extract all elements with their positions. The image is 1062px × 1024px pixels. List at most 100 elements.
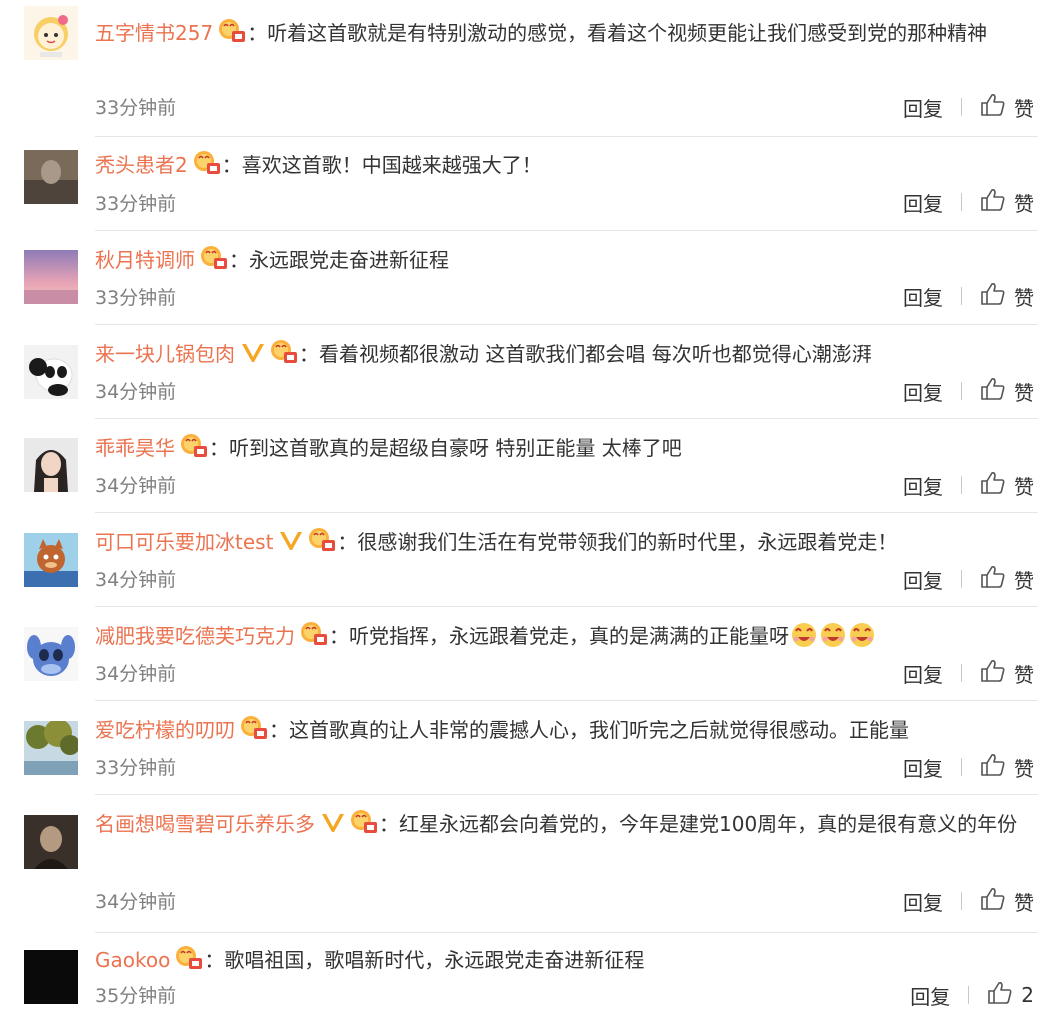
- divider: [95, 230, 1038, 231]
- comment-text: 名画想喝雪碧可乐养乐多 ：红星永远都会向着党的，今年是建党100周年，真的是很有…: [95, 805, 1040, 847]
- username-link[interactable]: 秋月特调师: [95, 248, 195, 272]
- colon-separator: ：: [221, 153, 242, 177]
- avatar[interactable]: [24, 438, 78, 492]
- username-link[interactable]: 来一块儿锅包肉: [95, 342, 235, 366]
- action-divider: [961, 98, 962, 116]
- username-link[interactable]: 秃头患者2: [95, 153, 188, 177]
- like-label: 赞: [1014, 380, 1034, 405]
- action-divider: [961, 664, 962, 682]
- reply-button[interactable]: 回复: [903, 887, 943, 916]
- username-link[interactable]: 乖乖昊华: [95, 436, 175, 460]
- like-button[interactable]: 赞: [980, 887, 1034, 916]
- comment-text: 爱吃柠檬的叨叨 ：这首歌真的让人非常的震撼人心，我们听完之后就觉得很感动。正能量: [95, 711, 1040, 753]
- avatar[interactable]: [24, 721, 78, 775]
- like-button[interactable]: 赞: [980, 565, 1034, 594]
- divider: [95, 606, 1038, 607]
- grin-emoji-icon: [848, 621, 876, 661]
- like-button[interactable]: 赞: [980, 659, 1034, 688]
- username-link[interactable]: 名画想喝雪碧可乐养乐多: [95, 812, 315, 836]
- like-label: 赞: [1014, 568, 1034, 593]
- reply-button[interactable]: 回复: [903, 377, 943, 406]
- reply-button[interactable]: 回复: [903, 471, 943, 500]
- username-link[interactable]: 爱吃柠檬的叨叨: [95, 718, 235, 742]
- reply-button[interactable]: 回复: [903, 753, 943, 782]
- comment-actions: 回复 赞: [903, 659, 1034, 687]
- avatar[interactable]: [24, 345, 78, 399]
- comment-text: Gaokoo ：歌唱祖国，歌唱新时代，永远跟党走奋进新征程: [95, 941, 1040, 983]
- avatar[interactable]: [24, 815, 78, 869]
- comment-time: 33分钟前: [95, 287, 177, 309]
- avatar[interactable]: [24, 950, 78, 1004]
- like-button[interactable]: 赞: [980, 753, 1034, 782]
- like-button[interactable]: 2: [987, 981, 1034, 1010]
- username-link[interactable]: Gaokoo: [95, 948, 170, 972]
- comment-content: 喜欢这首歌！中国越来越强大了！: [241, 153, 542, 177]
- avatar[interactable]: [24, 627, 78, 681]
- thumbs-up-icon: [980, 471, 1006, 500]
- comment-text: 五字情书257 ：听着这首歌就是有特别激动的感觉，看着这个视频更能让我们感受到党…: [95, 14, 1040, 56]
- comment-actions: 回复 赞: [903, 565, 1034, 593]
- avatar[interactable]: [24, 6, 78, 60]
- thumbs-up-icon: [980, 377, 1006, 406]
- action-divider: [961, 382, 962, 400]
- reply-button[interactable]: 回复: [903, 188, 943, 217]
- comment-time: 34分钟前: [95, 381, 177, 403]
- comment-time: 35分钟前: [95, 985, 177, 1007]
- fan-medal-icon: [269, 339, 299, 377]
- divider: [95, 324, 1038, 325]
- action-divider: [961, 570, 962, 588]
- action-divider: [961, 758, 962, 776]
- thumbs-up-icon: [987, 981, 1013, 1010]
- fan-medal-icon: [299, 621, 329, 659]
- colon-separator: ：: [337, 530, 358, 554]
- grin-emoji-icon: [819, 621, 847, 661]
- reply-button[interactable]: 回复: [903, 93, 943, 122]
- comment-text: 乖乖昊华 ：听到这首歌真的是超级自豪呀 特别正能量 太棒了吧: [95, 429, 1040, 471]
- reply-button[interactable]: 回复: [903, 282, 943, 311]
- comment-time: 34分钟前: [95, 891, 177, 913]
- reply-button[interactable]: 回复: [903, 565, 943, 594]
- comment-actions: 回复 赞: [903, 471, 1034, 499]
- avatar[interactable]: [24, 533, 78, 587]
- colon-separator: ：: [209, 436, 229, 460]
- like-button[interactable]: 赞: [980, 471, 1034, 500]
- like-button[interactable]: 赞: [980, 377, 1034, 406]
- username-link[interactable]: 可口可乐要加冰test: [95, 530, 273, 554]
- divider: [95, 136, 1038, 137]
- like-label: 赞: [1014, 474, 1034, 499]
- colon-separator: ：: [379, 812, 399, 836]
- colon-separator: ：: [247, 21, 268, 45]
- avatar[interactable]: [24, 150, 78, 204]
- like-button[interactable]: 赞: [980, 282, 1034, 311]
- like-button[interactable]: 赞: [980, 188, 1034, 217]
- fan-medal-icon: [239, 715, 269, 753]
- comment-actions: 回复 赞: [903, 188, 1034, 216]
- comment-content: 红星永远都会向着党的，今年是建党100周年，真的是很有意义的年份: [399, 812, 1018, 836]
- colon-separator: ：: [229, 248, 249, 272]
- comment-time: 34分钟前: [95, 663, 177, 685]
- reply-button[interactable]: 回复: [903, 659, 943, 688]
- avatar[interactable]: [24, 250, 78, 304]
- comment-content: 看着视频都很激动 这首歌我们都会唱 每次听也都觉得心潮澎湃: [319, 342, 872, 366]
- divider: [95, 794, 1038, 795]
- comment-time: 34分钟前: [95, 569, 177, 591]
- comment-actions: 回复 赞: [903, 753, 1034, 781]
- username-link[interactable]: 减肥我要吃德芙巧克力: [95, 624, 295, 648]
- colon-separator: ：: [329, 624, 349, 648]
- comment-actions: 回复 赞: [903, 377, 1034, 405]
- username-link[interactable]: 五字情书257: [95, 21, 213, 45]
- comment-content: 听到这首歌真的是超级自豪呀 特别正能量 太棒了吧: [229, 436, 682, 460]
- like-button[interactable]: 赞: [980, 93, 1034, 122]
- action-divider: [961, 193, 962, 211]
- like-label: 2: [1021, 983, 1034, 1007]
- like-label: 赞: [1014, 756, 1034, 781]
- comment-content: 歌唱祖国，歌唱新时代，永远跟党走奋进新征程: [224, 948, 645, 972]
- vip-badge-icon: [321, 808, 345, 846]
- action-divider: [968, 986, 970, 1004]
- comment-content: 永远跟党走奋进新征程: [249, 248, 449, 272]
- comment-time: 33分钟前: [95, 193, 177, 215]
- comment-content: 这首歌真的让人非常的震撼人心，我们听完之后就觉得很感动。正能量: [289, 718, 909, 742]
- colon-separator: ：: [204, 948, 225, 972]
- colon-separator: ：: [299, 342, 319, 366]
- reply-button[interactable]: 回复: [910, 981, 950, 1010]
